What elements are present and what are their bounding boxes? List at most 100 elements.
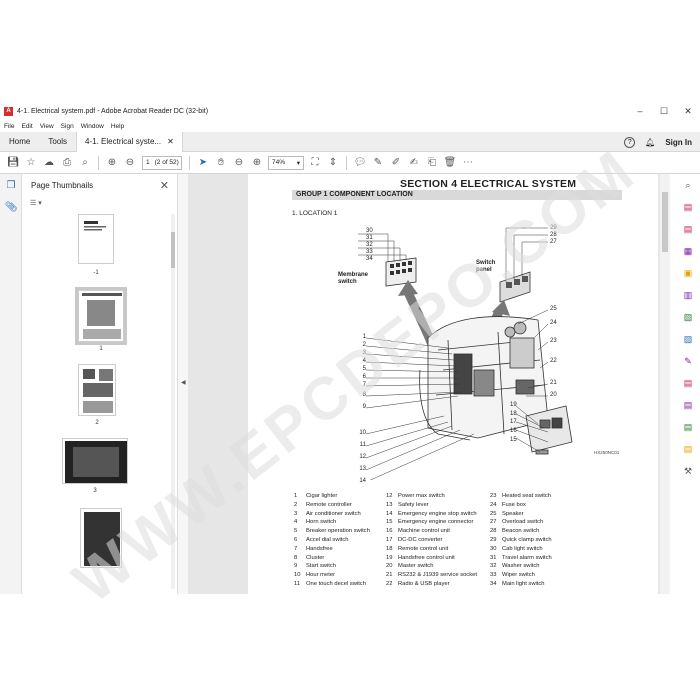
thumbnail-preview bbox=[82, 293, 122, 339]
scroll-mode-icon[interactable]: ⇕ bbox=[324, 154, 342, 172]
next-page-icon[interactable]: ⊖ bbox=[121, 154, 139, 172]
menu-sign[interactable]: Sign bbox=[61, 123, 74, 130]
zoom-in-icon[interactable]: ⊕ bbox=[248, 154, 266, 172]
scan-ocr-icon[interactable]: ▨ bbox=[676, 328, 700, 350]
send-for-signature-icon[interactable]: ▤ bbox=[676, 372, 700, 394]
legend-item: 25 Speaker bbox=[490, 510, 524, 517]
zoom-search-icon[interactable]: ⌕ bbox=[676, 174, 700, 196]
fill-sign-icon[interactable]: ✍︎ bbox=[405, 154, 423, 172]
legend-column-3: 23 Heated seat switch 24 Fuse box 25 Speake… bbox=[490, 492, 552, 589]
callout-top-left-group: 30 31 32 33 34 bbox=[366, 228, 373, 263]
highlight-pen-icon[interactable]: ✎ bbox=[369, 154, 387, 172]
callout-number: 15 bbox=[510, 437, 517, 443]
callout-number: 33 bbox=[366, 249, 373, 255]
stamp-icon[interactable]: ⎗ bbox=[423, 154, 441, 172]
protect-icon[interactable]: ▤ bbox=[676, 394, 700, 416]
menu-file[interactable]: File bbox=[4, 123, 14, 130]
legend-item: 17 DC-DC converter bbox=[386, 536, 443, 543]
callout-number: 34 bbox=[366, 256, 373, 262]
prepare-form-icon[interactable]: ▤ bbox=[676, 416, 700, 438]
menu-window[interactable]: Window bbox=[81, 123, 104, 130]
close-tab-icon[interactable]: ✕ bbox=[167, 132, 174, 152]
organize-pages-icon[interactable]: ▧ bbox=[676, 306, 700, 328]
thumbnail-label: -1 bbox=[93, 270, 99, 276]
help-icon[interactable]: ? bbox=[624, 136, 636, 148]
callout-number: 30 bbox=[366, 228, 373, 234]
edit-pdf-icon[interactable]: ▦ bbox=[676, 240, 700, 262]
document-scroll-thumb[interactable] bbox=[662, 192, 668, 252]
previous-page-icon[interactable]: ⊕ bbox=[103, 154, 121, 172]
panel-splitter[interactable]: ◀ bbox=[178, 174, 188, 594]
legend-item: 32 Washer switch bbox=[490, 563, 540, 570]
tab-document-label: 4-1. Electrical syste... bbox=[85, 136, 162, 146]
share-icon[interactable]: ▤ bbox=[676, 438, 700, 460]
comment-icon[interactable]: 💬︎ bbox=[351, 154, 369, 172]
zoom-out-icon[interactable]: ⊖ bbox=[230, 154, 248, 172]
select-cursor-icon[interactable]: ➤ bbox=[194, 154, 212, 172]
menu-view[interactable]: View bbox=[40, 123, 54, 130]
legend-item: 27 Overload switch bbox=[490, 519, 544, 526]
page-number-field[interactable]: 1 (2 of 52) bbox=[142, 155, 182, 170]
tab-document[interactable]: 4-1. Electrical syste... ✕ bbox=[76, 131, 183, 152]
sign-in-button[interactable]: Sign In bbox=[665, 138, 692, 147]
fill-and-sign-icon[interactable]: ✎ bbox=[676, 350, 700, 372]
more-tools-icon[interactable]: ⋯ bbox=[459, 154, 477, 172]
panel-scrollbar[interactable] bbox=[171, 214, 175, 589]
thumbnail-label: 3 bbox=[93, 488, 97, 494]
upload-cloud-icon[interactable]: ☁ bbox=[40, 154, 58, 172]
more-tools-wrench-icon[interactable]: ⚒ bbox=[676, 460, 700, 482]
attachments-icon[interactable]: 📎︎ bbox=[0, 196, 22, 218]
left-navigation-rail: ❐ 📎︎ bbox=[0, 174, 22, 594]
acrobat-window: A 4-1. Electrical system.pdf - Adobe Acr… bbox=[0, 102, 700, 616]
panel-title: Page Thumbnails bbox=[31, 180, 94, 190]
panel-scroll-thumb[interactable] bbox=[171, 232, 175, 268]
bell-icon[interactable]: 🔔︎ bbox=[645, 138, 655, 147]
combine-files-icon[interactable]: ▥ bbox=[676, 284, 700, 306]
location-heading: 1. LOCATION 1 bbox=[292, 210, 338, 217]
delete-icon[interactable]: 🗑︎ bbox=[441, 154, 459, 172]
thumbnail-page-4[interactable] bbox=[80, 508, 122, 568]
thumbnail-label: 1 bbox=[99, 346, 103, 352]
fit-page-icon[interactable]: ⛶ bbox=[306, 154, 324, 172]
close-panel-icon[interactable]: ✕ bbox=[160, 179, 169, 192]
right-tools-rail: ⌕ ▤ ▤ ▦ ▣ ▥ ▧ ▨ ✎ ▤ ▤ ▤ ▤ ⚒ bbox=[676, 174, 700, 594]
menu-bar: File Edit View Sign Window Help bbox=[0, 120, 700, 132]
save-icon[interactable]: 💾︎ bbox=[4, 154, 22, 172]
menu-help[interactable]: Help bbox=[111, 123, 124, 130]
thumbnail-page-1[interactable] bbox=[75, 287, 127, 345]
maximize-button[interactable]: ☐ bbox=[652, 102, 676, 120]
export-pdf-icon[interactable]: ▤ bbox=[676, 196, 700, 218]
page-thumbnails-icon[interactable]: ❐ bbox=[0, 174, 22, 196]
hand-tool-icon[interactable]: ✋︎ bbox=[212, 154, 230, 172]
thumbnail-options-button[interactable]: ☰ ▾ bbox=[22, 196, 177, 210]
draw-pen-icon[interactable]: ✐ bbox=[387, 154, 405, 172]
close-window-button[interactable]: ✕ bbox=[676, 102, 700, 120]
tab-home[interactable]: Home bbox=[0, 132, 39, 152]
legend-item: 3 Air conditioner switch bbox=[294, 510, 361, 517]
search-icon[interactable]: ⌕ bbox=[76, 154, 94, 172]
create-pdf-icon[interactable]: ▤ bbox=[676, 218, 700, 240]
bookmark-star-icon[interactable]: ☆ bbox=[22, 154, 40, 172]
callout-number: 6 bbox=[362, 374, 366, 380]
thumbnail-preview bbox=[65, 441, 127, 483]
minimize-button[interactable]: – bbox=[628, 102, 652, 120]
comment-tool-icon[interactable]: ▣ bbox=[676, 262, 700, 284]
legend-item: 21 RS232 & J1939 service socket bbox=[386, 572, 477, 579]
document-scrollbar[interactable] bbox=[660, 174, 670, 594]
print-icon[interactable]: ⎙ bbox=[58, 154, 76, 172]
legend-item: 6 Accel dial switch bbox=[294, 536, 349, 543]
thumbnail-page-3[interactable] bbox=[62, 438, 128, 484]
menu-edit[interactable]: Edit bbox=[21, 123, 32, 130]
legend-item: 28 Beacon switch bbox=[490, 528, 540, 535]
collapse-arrow-icon[interactable]: ◀ bbox=[181, 379, 186, 386]
group-heading: GROUP 1 COMPONENT LOCATION bbox=[292, 190, 622, 200]
document-view[interactable]: SECTION 4 ELECTRICAL SYSTEM GROUP 1 COMP… bbox=[188, 174, 668, 594]
zoom-dropdown[interactable]: 74% ▾ bbox=[268, 155, 304, 170]
callout-number: 11 bbox=[359, 442, 366, 448]
thumbnail-page-2[interactable] bbox=[78, 364, 116, 416]
tab-tools[interactable]: Tools bbox=[39, 132, 76, 152]
callout-number: 1 bbox=[362, 334, 366, 340]
section-heading: SECTION 4 ELECTRICAL SYSTEM bbox=[400, 178, 577, 190]
thumbnail-page--1[interactable] bbox=[78, 214, 114, 264]
legend-item: 19 Handsfree control unit bbox=[386, 554, 455, 561]
